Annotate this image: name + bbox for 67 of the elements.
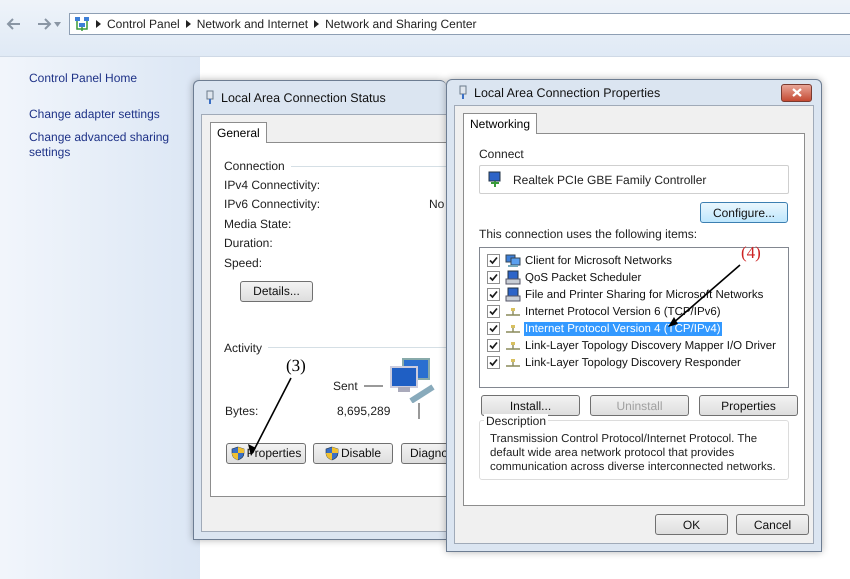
items-label: This connection uses the following items: (479, 227, 698, 241)
sent-label: Sent (333, 378, 358, 392)
group-label: Connection (224, 159, 285, 173)
checkbox[interactable] (487, 254, 500, 267)
field-label: Duration: (224, 236, 274, 250)
field-label: IPv4 Connectivity: (224, 178, 322, 192)
group-label: Activity (224, 340, 262, 354)
address-bar[interactable]: Control Panel Network and Internet Network and Sharing Center (69, 13, 850, 35)
field-value: No (429, 197, 446, 212)
field-label: Media State: (224, 216, 292, 231)
back-icon[interactable] (6, 16, 22, 32)
list-item[interactable]: QoS Packet Scheduler (524, 270, 642, 284)
tab[interactable]: Networking (463, 113, 538, 134)
network-computer-icon (505, 254, 521, 268)
connect-label: Connect (479, 147, 525, 161)
tab[interactable]: General (210, 122, 267, 143)
checkbox[interactable] (487, 305, 500, 318)
network-plug-icon (458, 85, 468, 100)
checkbox[interactable] (487, 271, 500, 284)
network-plug-icon (205, 90, 215, 105)
bytes-sent-value: 8,695,289 (337, 404, 390, 418)
list-action-button[interactable]: Properties (699, 395, 798, 416)
action-button[interactable]: Disable (313, 442, 393, 464)
computer-icon (505, 287, 521, 302)
dialog-button[interactable]: OK (655, 514, 728, 535)
breadcrumb[interactable]: Network and Internet (196, 17, 308, 31)
window-title: Local Area Connection Status (221, 90, 386, 104)
close-icon (792, 88, 802, 97)
checkbox[interactable] (487, 322, 500, 335)
list-action-button[interactable]: Install... (481, 395, 580, 416)
configure-button[interactable]: Configure... (700, 202, 788, 223)
breadcrumb-arrow-icon[interactable] (314, 20, 320, 28)
checkbox[interactable] (487, 288, 500, 301)
list-item[interactable]: Client for Microsoft Networks (524, 254, 673, 268)
details-button[interactable]: Details... (240, 280, 313, 302)
breadcrumb-arrow-icon[interactable] (96, 20, 101, 28)
network-adapter-icon (487, 171, 503, 188)
window-title: Local Area Connection Properties (474, 86, 660, 100)
adapter-name: Realtek PCIe GBE Family Controller (513, 172, 706, 186)
protocol-icon (505, 340, 521, 350)
breadcrumb[interactable]: Network and Sharing Center (325, 17, 477, 31)
field-label: IPv6 Connectivity: (224, 197, 322, 212)
group-label: Description (484, 414, 548, 428)
protocol-icon (505, 324, 521, 334)
list-item[interactable]: Link-Layer Topology Discovery Mapper I/O Driver (524, 338, 777, 352)
sidebar-link[interactable]: Change advanced sharing settings (29, 130, 179, 160)
protocol-icon (505, 306, 521, 316)
computers-icon (388, 356, 437, 402)
computer-icon (505, 270, 521, 285)
checkbox[interactable] (487, 339, 500, 352)
dropdown-caret-icon[interactable] (54, 22, 61, 26)
sidebar-link[interactable]: Control Panel Home (29, 71, 179, 86)
bytes-label: Bytes: (225, 404, 260, 418)
field-label: Speed: (224, 256, 264, 270)
breadcrumb-arrow-icon[interactable] (186, 20, 191, 28)
annotation-label: (4) (741, 243, 761, 263)
close-button[interactable] (781, 84, 812, 102)
protocol-icon (505, 358, 521, 368)
sidebar-link[interactable]: Change adapter settings (29, 107, 179, 122)
dialog-button[interactable]: Cancel (736, 514, 809, 535)
description-text: Transmission Control Protocol/Internet Protocol. The default wide area network protocol that provides communication across diverse interconnected networks. (490, 432, 777, 474)
annotation-label: (3) (286, 356, 306, 376)
breadcrumb[interactable]: Control Panel (107, 17, 180, 31)
network-icon (74, 16, 90, 32)
list-item[interactable]: Link-Layer Topology Discovery Responder (524, 356, 742, 370)
checkbox[interactable] (487, 356, 500, 369)
forward-icon[interactable] (36, 16, 52, 32)
